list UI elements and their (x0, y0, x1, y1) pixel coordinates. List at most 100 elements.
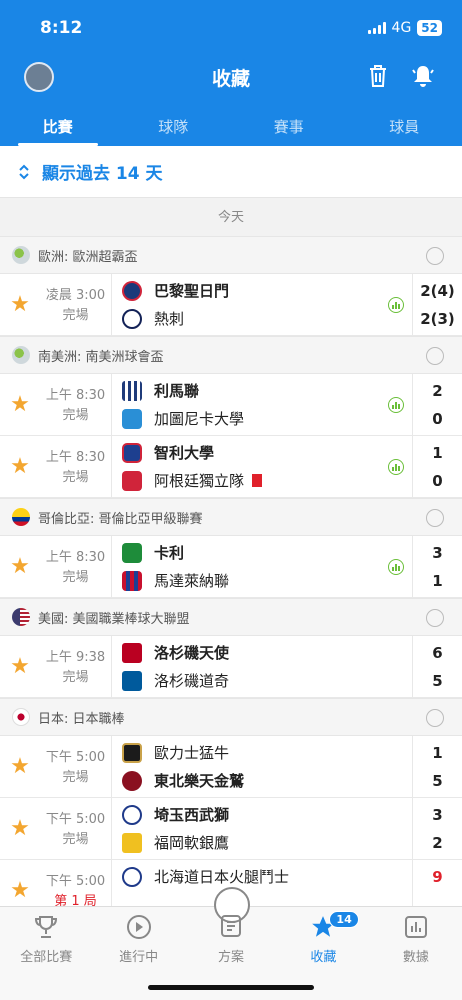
nav-data[interactable]: 數據 (370, 907, 462, 967)
trash-icon[interactable] (368, 64, 388, 88)
team-logo-icon (122, 804, 142, 825)
star-icon[interactable]: ★ (0, 374, 40, 435)
home-score: 3 (432, 805, 443, 824)
teams: 埼玉西武獅 福岡軟銀鷹 (112, 798, 412, 859)
team-logo-icon (122, 542, 142, 563)
bell-icon[interactable] (412, 64, 434, 88)
stats-icon[interactable] (388, 559, 404, 575)
stats-icon[interactable] (388, 297, 404, 313)
status-right: 4G 52 (367, 20, 442, 36)
team-logo-icon (122, 832, 142, 853)
away-score: 1 (432, 571, 443, 590)
teams: 智利大學 阿根廷獨立隊 (112, 436, 412, 497)
match-time: 上午 8:30 (45, 550, 106, 565)
away-team-name: 阿根廷獨立隊 (154, 472, 245, 490)
japan-flag-icon (12, 708, 30, 726)
match-time: 凌晨 3:00 (45, 288, 106, 303)
match-row[interactable]: ★ 上午 8:30 完場 智利大學 阿根廷獨立隊 1 0 (0, 436, 462, 498)
battery-icon: 52 (417, 20, 442, 36)
tab-competitions[interactable]: 賽事 (231, 106, 347, 146)
home-team-name: 卡利 (154, 544, 185, 562)
match-status: 完場 (62, 470, 89, 485)
match-row[interactable]: ★ 上午 8:30 完場 卡利 馬達萊納聯 3 1 (0, 536, 462, 598)
nav-favorites[interactable]: 14 收藏 (277, 907, 369, 967)
star-icon[interactable]: ★ (0, 274, 40, 335)
star-icon[interactable]: ★ (0, 798, 40, 859)
league-name: 歐洲: 歐洲超霸盃 (38, 249, 138, 265)
home-score: 3 (432, 543, 443, 562)
nav-all-matches[interactable]: 全部比賽 (0, 907, 92, 967)
away-score: 5 (432, 771, 443, 790)
bottom-nav: 全部比賽 進行中 方案 14 收藏 數據 (0, 887, 462, 1000)
match-row[interactable]: ★ 下午 5:00 完場 歐力士猛牛 東北樂天金鷲 15 (0, 736, 462, 798)
league-header[interactable]: 歐洲: 歐洲超霸盃 (0, 236, 462, 274)
home-score: 9 (432, 867, 443, 886)
tab-matches[interactable]: 比賽 (0, 106, 116, 146)
match-list: 歐洲: 歐洲超霸盃 ★ 凌晨 3:00 完場 巴黎聖日門 熱刺 2(4) 2(3) … (0, 236, 462, 922)
scores: 15 (412, 736, 462, 797)
star-icon[interactable]: ★ (0, 536, 40, 597)
match-status: 完場 (62, 832, 89, 847)
stats-icon[interactable] (388, 397, 404, 413)
match-row[interactable]: ★ 凌晨 3:00 完場 巴黎聖日門 熱刺 2(4) 2(3) (0, 274, 462, 336)
league-name: 美國: 美國職業棒球大聯盟 (38, 611, 190, 627)
away-team: 馬達萊納聯 (122, 570, 412, 592)
globe-icon (12, 346, 30, 364)
signal-icon (367, 22, 386, 34)
past-days-toggle[interactable]: 顯示過去 14 天 (0, 146, 462, 198)
teams: 歐力士猛牛 東北樂天金鷲 (112, 736, 412, 797)
scores: 65 (412, 636, 462, 697)
away-score: 5 (432, 671, 443, 690)
league-header[interactable]: 日本: 日本職棒 (0, 698, 462, 736)
nav-plans[interactable]: 方案 (185, 907, 277, 967)
nav-live[interactable]: 進行中 (92, 907, 184, 967)
red-card-icon (252, 474, 263, 487)
tab-teams[interactable]: 球隊 (116, 106, 232, 146)
teams: 洛杉磯天使 洛杉磯道奇 (112, 636, 412, 697)
home-team-name: 歐力士猛牛 (154, 744, 230, 762)
match-time-status: 下午 5:00 完場 (40, 736, 112, 797)
match-status: 完場 (62, 670, 89, 685)
home-team: 巴黎聖日門 (122, 280, 412, 302)
home-team: 洛杉磯天使 (122, 642, 412, 664)
league-header[interactable]: 美國: 美國職業棒球大聯盟 (0, 598, 462, 636)
match-time-status: 上午 8:30 完場 (40, 436, 112, 497)
tab-players[interactable]: 球員 (347, 106, 462, 146)
team-logo-icon (122, 642, 142, 663)
home-team: 埼玉西武獅 (122, 804, 412, 826)
star-icon[interactable]: ★ (0, 636, 40, 697)
team-logo-icon (122, 670, 142, 691)
away-score: 0 (432, 471, 443, 490)
nav-label: 全部比賽 (20, 950, 73, 965)
match-time: 下午 5:00 (45, 874, 106, 889)
away-team-name: 東北樂天金鷲 (154, 772, 245, 790)
away-team: 洛杉磯道奇 (122, 670, 412, 692)
team-logo-icon (122, 380, 142, 401)
scores: 20 (412, 374, 462, 435)
star-icon[interactable]: ★ (0, 436, 40, 497)
match-status: 完場 (62, 570, 89, 585)
match-row[interactable]: ★ 下午 5:00 完場 埼玉西武獅 福岡軟銀鷹 32 (0, 798, 462, 860)
star-icon[interactable]: ★ (0, 736, 40, 797)
away-team: 福岡軟銀鷹 (122, 832, 412, 854)
home-score: 1 (432, 443, 443, 462)
match-row[interactable]: ★ 上午 9:38 完場 洛杉磯天使 洛杉磯道奇 65 (0, 636, 462, 698)
home-team-name: 智利大學 (154, 444, 215, 462)
scores: 32 (412, 798, 462, 859)
baseball-icon (426, 709, 444, 727)
league-header[interactable]: 南美洲: 南美洲球會盃 (0, 336, 462, 374)
match-status: 完場 (62, 770, 89, 785)
league-header[interactable]: 哥倫比亞: 哥倫比亞甲級聯賽 (0, 498, 462, 536)
team-logo-icon (122, 408, 142, 429)
stats-icon[interactable] (388, 459, 404, 475)
home-score: 2(4) (420, 281, 455, 300)
match-time-status: 上午 8:30 完場 (40, 374, 112, 435)
home-team-name: 利馬聯 (154, 382, 200, 400)
home-team-name: 洛杉磯天使 (154, 644, 230, 662)
away-team-name: 馬達萊納聯 (154, 572, 230, 590)
nav-label: 數據 (402, 950, 429, 965)
away-score: 2 (432, 833, 443, 852)
match-row[interactable]: ★ 上午 8:30 完場 利馬聯 加圖尼卡大學 20 (0, 374, 462, 436)
league-name: 南美洲: 南美洲球會盃 (38, 349, 164, 365)
team-logo-icon (122, 770, 142, 791)
